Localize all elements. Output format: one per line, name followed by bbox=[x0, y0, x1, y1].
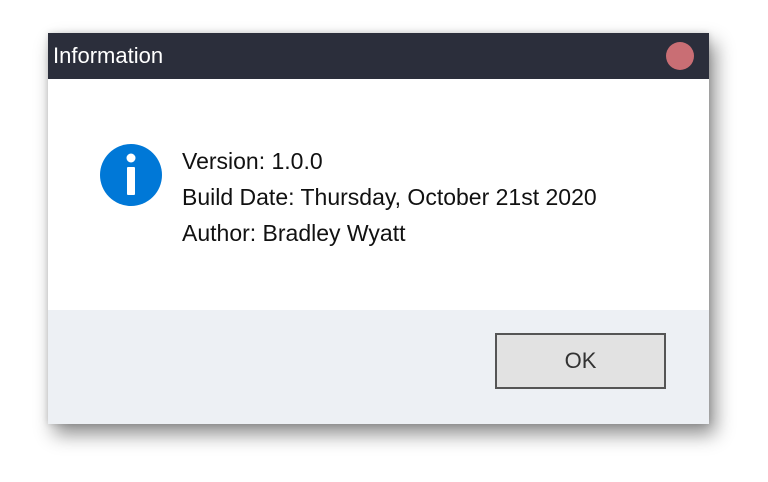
information-dialog: Information Version: 1.0.0 Build Date: T… bbox=[48, 33, 709, 424]
version-text: Version: 1.0.0 bbox=[182, 148, 323, 174]
title-bar: Information bbox=[48, 33, 709, 79]
build-date-text: Build Date: Thursday, October 21st 2020 bbox=[182, 184, 597, 210]
info-icon bbox=[100, 144, 162, 206]
dialog-title: Information bbox=[53, 43, 164, 68]
close-icon[interactable] bbox=[666, 42, 694, 70]
ok-button[interactable]: OK bbox=[495, 333, 666, 389]
author-text: Author: Bradley Wyatt bbox=[182, 220, 406, 246]
message-text: Version: 1.0.0 Build Date: Thursday, Oct… bbox=[182, 143, 597, 251]
